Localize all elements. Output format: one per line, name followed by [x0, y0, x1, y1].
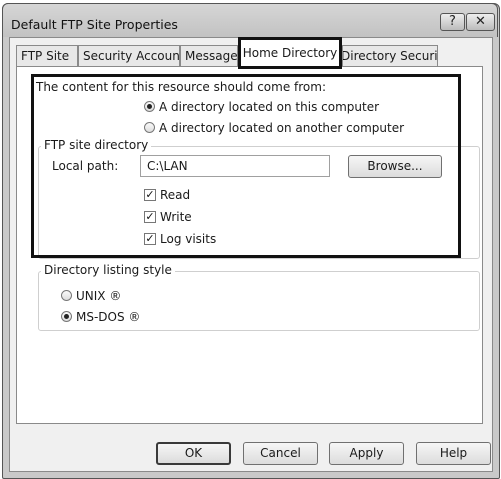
tab-home-directory[interactable]: Home Directory	[238, 37, 342, 69]
highlight-box	[31, 74, 461, 258]
cancel-button[interactable]: Cancel	[243, 442, 318, 465]
tab-messages[interactable]: Messages	[180, 45, 238, 67]
help-button[interactable]: Help	[416, 442, 491, 465]
close-icon[interactable]: ✕	[466, 13, 495, 31]
radio-unix-label[interactable]: UNIX ®	[76, 289, 121, 303]
tab-security-accounts[interactable]: Security Accounts	[78, 45, 180, 67]
ok-button[interactable]: OK	[156, 442, 231, 465]
tab-directory-security[interactable]: Directory Security	[342, 45, 438, 67]
window-title: Default FTP Site Properties	[11, 17, 178, 32]
apply-button[interactable]: Apply	[329, 442, 404, 465]
radio-ms-dos[interactable]	[61, 311, 72, 322]
tab-ftp-site[interactable]: FTP Site	[16, 45, 78, 67]
radio-unix[interactable]	[61, 290, 72, 301]
listing-style-legend: Directory listing style	[41, 263, 175, 277]
radio-ms-dos-label[interactable]: MS-DOS ®	[76, 310, 140, 324]
help-caption-button[interactable]: ?	[440, 13, 465, 31]
title-bar: Default FTP Site Properties ? ✕	[2, 3, 498, 37]
